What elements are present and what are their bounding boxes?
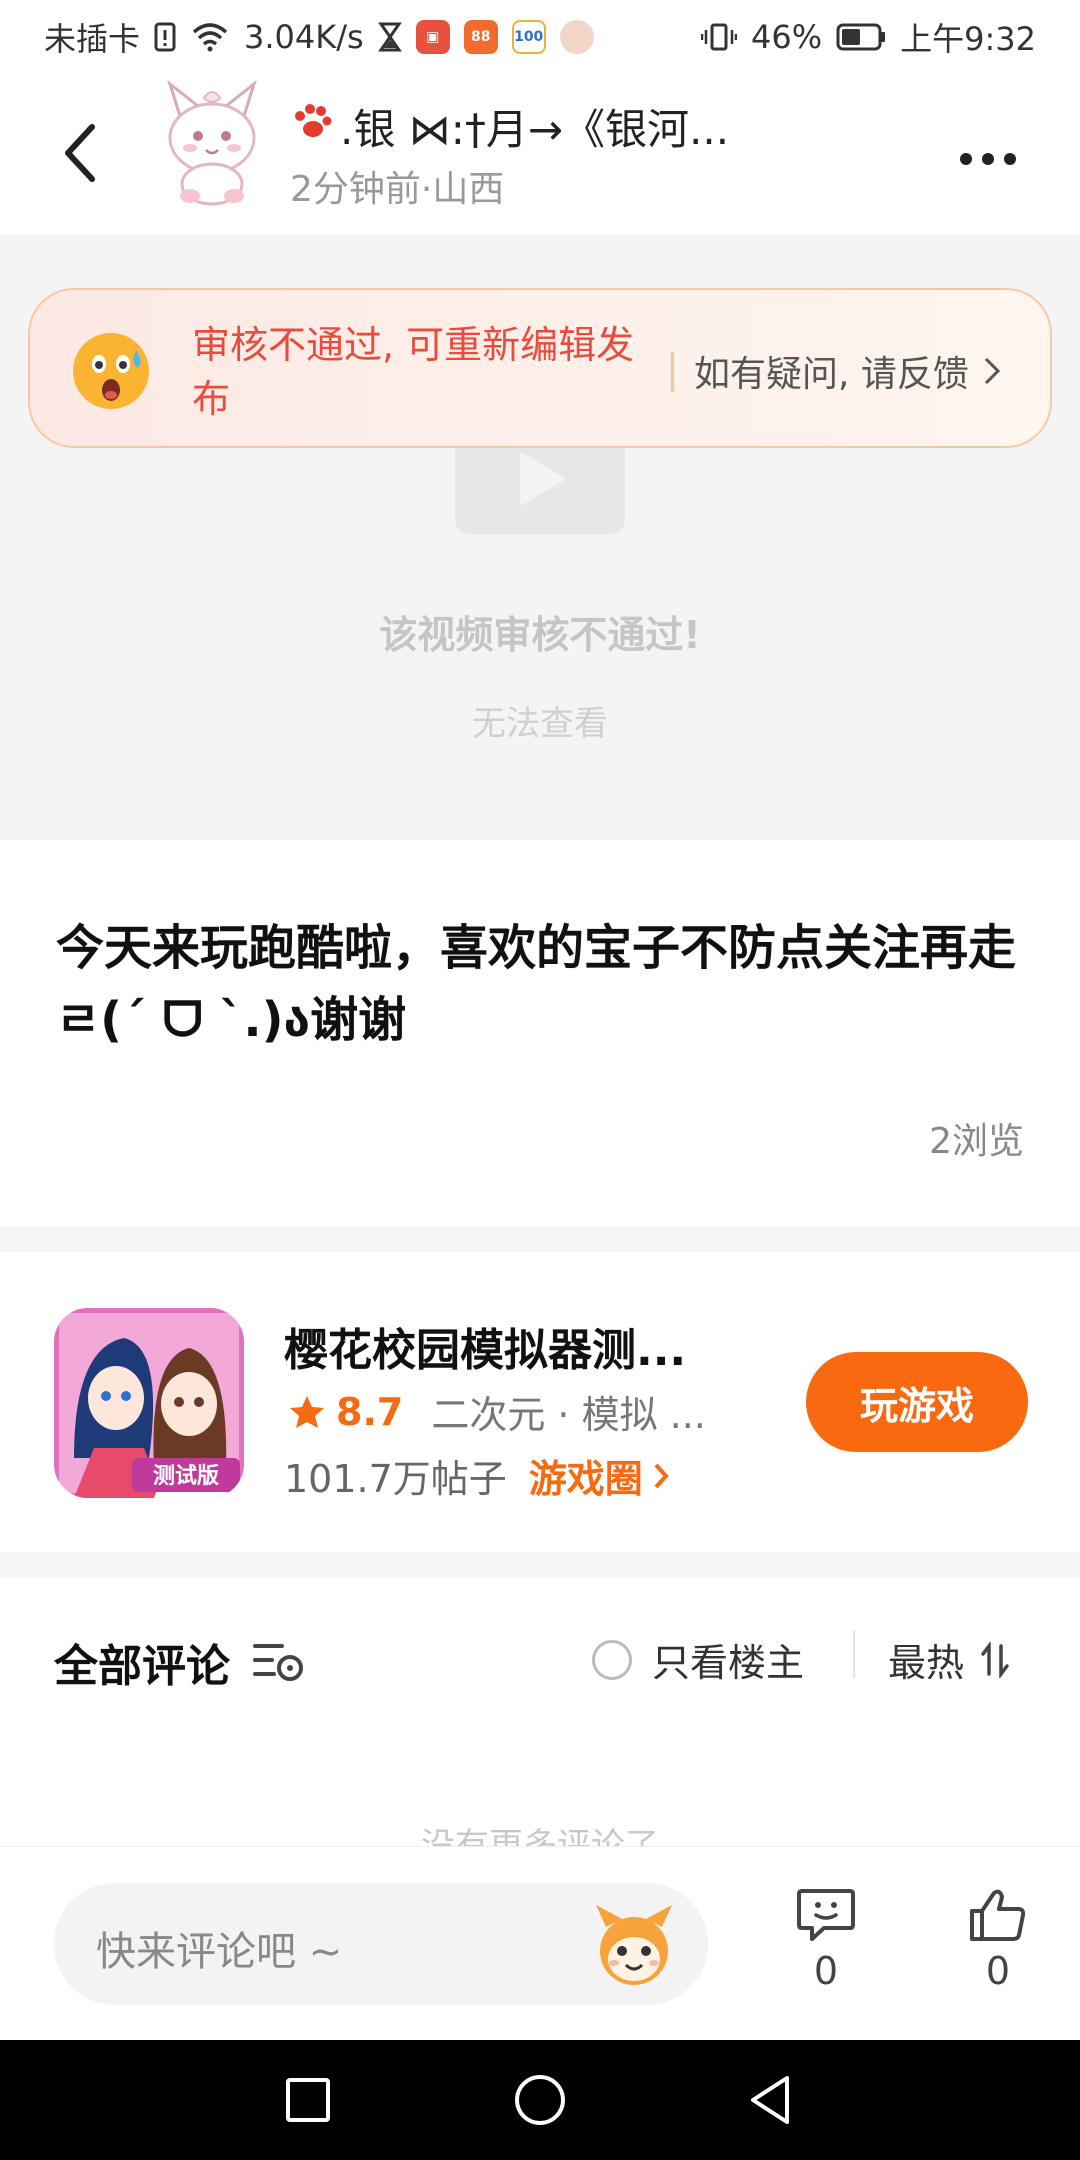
author-name-text: .银 ⋈:†月→《银河...: [340, 105, 730, 154]
feedback-link[interactable]: 如有疑问, 请反馈: [694, 345, 1001, 397]
hourglass-icon: [377, 21, 402, 53]
feedback-link-label: 如有疑问, 请反馈: [694, 354, 969, 395]
carrier-text: 未插卡: [44, 20, 141, 58]
comment-icon: [797, 1889, 855, 1941]
banner-divider: [671, 352, 674, 392]
video-fail-title: 该视频审核不通过!: [379, 613, 701, 657]
triangle-back-icon: [751, 2076, 789, 2124]
chevron-left-icon: [65, 124, 95, 182]
square-icon: [286, 2078, 330, 2122]
battery-icon: [836, 23, 886, 51]
game-circle-link[interactable]: 游戏圈: [529, 1448, 669, 1503]
chevron-right-icon: [654, 1463, 669, 1488]
game-tags: 二次元 · 模拟 ...: [431, 1393, 706, 1437]
author-avatar[interactable]: [150, 76, 274, 210]
game-stats: 101.7万帖子 游戏圈: [284, 1448, 669, 1503]
game-circle-label: 游戏圈: [528, 1457, 643, 1501]
system-nav-bar: [0, 2040, 1080, 2160]
sort-icon: [981, 1641, 1009, 1678]
comments-header: 全部评论: [54, 1630, 306, 1694]
game-meta: 8.7 二次元 · 模拟 ...: [288, 1384, 706, 1439]
view-count: 2浏览: [929, 1121, 1024, 1162]
owner-only-toggle[interactable]: 只看楼主: [592, 1632, 804, 1687]
thumbs-up-icon: [970, 1889, 1026, 1941]
sim-alert-icon: [154, 22, 176, 52]
like-count: 0: [985, 1949, 1011, 1993]
comments-title: 全部评论: [54, 1641, 230, 1692]
wifi-icon: [190, 22, 230, 52]
comments-section: 全部评论 只看楼主 最热 没有更多评论了: [0, 1578, 1080, 1866]
network-speed: 3.04K/s: [244, 18, 364, 56]
avatar-app-icon: [559, 20, 594, 54]
game-card[interactable]: 测试版 樱花校园模拟器测... 8.7 二次元 · 模拟 ... 101.7万帖…: [0, 1252, 1080, 1552]
comments-divider: [853, 1630, 855, 1678]
video-fail-subtitle: 无法查看: [472, 704, 608, 744]
circle-icon: [515, 2075, 565, 2125]
shopping-app-icon: ▣: [415, 20, 450, 54]
news-app-icon: 88: [463, 20, 498, 54]
sort-label: 最热: [888, 1641, 965, 1685]
bottom-action-bar: 快来评论吧 ~ 0 0: [0, 1846, 1080, 2040]
review-status-banner: 审核不通过, 可重新编辑发布 如有疑问, 请反馈: [28, 288, 1052, 448]
post-meta: 2分钟前·山西: [290, 169, 505, 210]
comment-action-button[interactable]: 0: [776, 1887, 876, 1993]
review-failed-message: 审核不通过, 可重新编辑发布: [192, 323, 635, 421]
filter-settings-icon[interactable]: [252, 1640, 306, 1684]
author-name[interactable]: .银 ⋈:†月→《银河...: [290, 96, 790, 157]
home-button[interactable]: [510, 2070, 570, 2130]
comment-count: 0: [813, 1949, 839, 1993]
game-rating: 8.7: [336, 1389, 404, 1434]
post-content: 今天来玩跑酷啦，喜欢的宝子不防点关注再走ㄹ(ˊ ᗜ ˋ.)ა谢谢 2浏览: [0, 840, 1080, 1226]
post-title: 今天来玩跑酷啦，喜欢的宝子不防点关注再走ㄹ(ˊ ᗜ ˋ.)ა谢谢: [56, 920, 1017, 1048]
more-options-button[interactable]: [948, 134, 1028, 184]
game-name[interactable]: 樱花校园模拟器测...: [284, 1314, 734, 1378]
star-icon: [290, 1395, 324, 1428]
game-icon-badge: 测试版: [153, 1464, 219, 1489]
like-action-button[interactable]: 0: [948, 1887, 1048, 1993]
chevron-right-icon: [984, 357, 1001, 385]
mascot-emoji-icon[interactable]: [586, 1897, 682, 1993]
status-bar: 未插卡 3.04K/s ▣ 88 100 46% 上午9:32: [0, 0, 1080, 74]
game-posts-count: 101.7万帖子: [284, 1457, 507, 1501]
play-game-button[interactable]: 玩游戏: [806, 1352, 1028, 1452]
owner-only-label: 只看楼主: [652, 1641, 805, 1685]
back-nav-button[interactable]: [740, 2070, 800, 2130]
battery-percent: 46%: [751, 18, 823, 56]
post-header: .银 ⋈:†月→《银河... 2分钟前·山西: [0, 74, 1080, 234]
vibrate-icon: [701, 22, 737, 52]
sort-toggle[interactable]: 最热: [888, 1632, 1010, 1687]
recents-button[interactable]: [278, 2070, 338, 2130]
comment-input[interactable]: 快来评论吧 ~: [54, 1883, 708, 2005]
status-left: 未插卡 3.04K/s ▣ 88 100: [44, 14, 594, 60]
paw-icon: [290, 102, 334, 152]
comment-input-placeholder: 快来评论吧 ~: [96, 1929, 343, 1975]
app-100-icon: 100: [511, 20, 546, 54]
owner-only-radio[interactable]: [592, 1639, 632, 1680]
status-right: 46% 上午9:32: [701, 14, 1036, 60]
clock: 上午9:32: [900, 20, 1036, 58]
back-button[interactable]: [50, 118, 110, 188]
game-icon[interactable]: 测试版: [54, 1308, 244, 1498]
worried-face-icon: [70, 330, 152, 412]
